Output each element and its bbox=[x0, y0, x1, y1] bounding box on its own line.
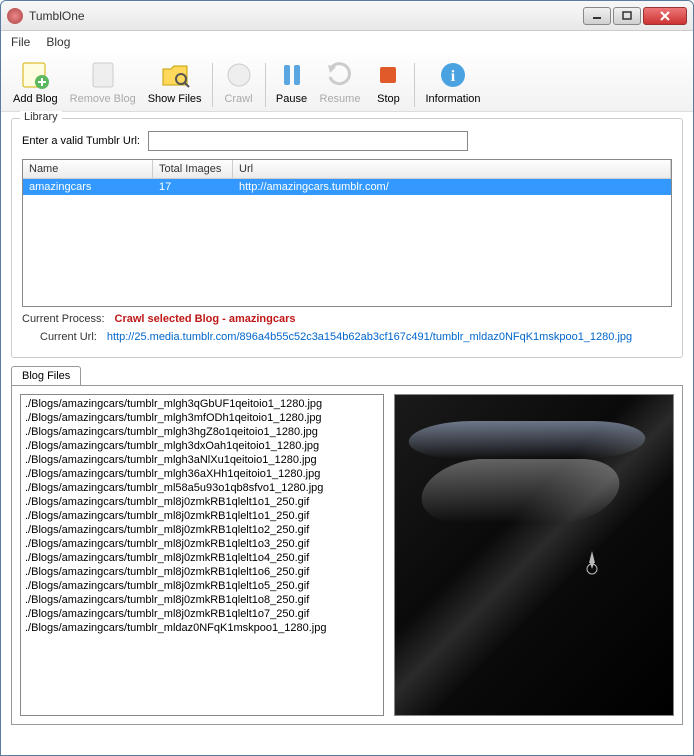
toolbar: Add Blog Remove Blog Show Files Crawl Pa… bbox=[1, 53, 693, 112]
url-entry-label: Enter a valid Tumblr Url: bbox=[22, 135, 140, 147]
close-button[interactable] bbox=[643, 7, 687, 25]
stop-icon bbox=[372, 59, 404, 91]
window-controls bbox=[583, 7, 687, 25]
tumblr-url-input[interactable] bbox=[148, 131, 468, 151]
show-files-icon bbox=[159, 59, 191, 91]
toolbar-separator bbox=[414, 63, 415, 107]
minimize-button[interactable] bbox=[583, 7, 611, 25]
maximize-button[interactable] bbox=[613, 7, 641, 25]
list-item[interactable]: ./Blogs/amazingcars/tumblr_ml8j0zmkRB1ql… bbox=[25, 579, 379, 593]
add-blog-label: Add Blog bbox=[13, 93, 58, 105]
titlebar: TumblOne bbox=[1, 1, 693, 31]
remove-blog-label: Remove Blog bbox=[70, 93, 136, 105]
show-files-button[interactable]: Show Files bbox=[142, 57, 208, 107]
image-preview bbox=[394, 394, 674, 716]
app-title: TumblOne bbox=[29, 9, 583, 23]
list-item[interactable]: ./Blogs/amazingcars/tumblr_ml8j0zmkRB1ql… bbox=[25, 537, 379, 551]
list-item[interactable]: ./Blogs/amazingcars/tumblr_mldaz0NFqK1ms… bbox=[25, 621, 379, 635]
list-item[interactable]: ./Blogs/amazingcars/tumblr_ml58a5u93o1qb… bbox=[25, 481, 379, 495]
app-icon bbox=[7, 8, 23, 24]
tab-blog-files[interactable]: Blog Files bbox=[11, 366, 81, 385]
information-button[interactable]: i Information bbox=[419, 57, 486, 107]
list-item[interactable]: ./Blogs/amazingcars/tumblr_ml8j0zmkRB1ql… bbox=[25, 509, 379, 523]
col-url[interactable]: Url bbox=[233, 160, 671, 178]
table-header: Name Total Images Url bbox=[23, 160, 671, 179]
show-files-label: Show Files bbox=[148, 93, 202, 105]
list-item[interactable]: ./Blogs/amazingcars/tumblr_mlgh3aNlXu1qe… bbox=[25, 453, 379, 467]
list-item[interactable]: ./Blogs/amazingcars/tumblr_ml8j0zmkRB1ql… bbox=[25, 607, 379, 621]
current-url-value: http://25.media.tumblr.com/896a4b55c52c3… bbox=[107, 331, 632, 343]
list-item[interactable]: ./Blogs/amazingcars/tumblr_mlgh3hgZ8o1qe… bbox=[25, 425, 379, 439]
list-item[interactable]: ./Blogs/amazingcars/tumblr_ml8j0zmkRB1ql… bbox=[25, 495, 379, 509]
information-label: Information bbox=[425, 93, 480, 105]
remove-blog-icon bbox=[87, 59, 119, 91]
cell-url: http://amazingcars.tumblr.com/ bbox=[233, 179, 671, 195]
cell-name: amazingcars bbox=[23, 179, 153, 195]
list-item[interactable]: ./Blogs/amazingcars/tumblr_ml8j0zmkRB1ql… bbox=[25, 565, 379, 579]
add-blog-icon bbox=[19, 59, 51, 91]
col-name[interactable]: Name bbox=[23, 160, 153, 178]
list-item[interactable]: ./Blogs/amazingcars/tumblr_mlgh36aXHh1qe… bbox=[25, 467, 379, 481]
crawl-label: Crawl bbox=[224, 93, 252, 105]
svg-text:i: i bbox=[451, 68, 456, 85]
resume-button: Resume bbox=[314, 57, 367, 107]
list-item[interactable]: ./Blogs/amazingcars/tumblr_mlgh3qGbUF1qe… bbox=[25, 397, 379, 411]
preview-image bbox=[395, 395, 673, 715]
toolbar-separator bbox=[212, 63, 213, 107]
pause-label: Pause bbox=[276, 93, 307, 105]
stop-label: Stop bbox=[377, 93, 400, 105]
current-process-label: Current Process: bbox=[22, 313, 105, 325]
maximize-icon bbox=[622, 11, 632, 21]
library-group: Library Enter a valid Tumblr Url: Name T… bbox=[11, 118, 683, 358]
list-item[interactable]: ./Blogs/amazingcars/tumblr_ml8j0zmkRB1ql… bbox=[25, 551, 379, 565]
menu-file[interactable]: File bbox=[11, 35, 30, 49]
resume-label: Resume bbox=[320, 93, 361, 105]
cell-total: 17 bbox=[153, 179, 233, 195]
minimize-icon bbox=[592, 11, 602, 21]
blog-table[interactable]: Name Total Images Url amazingcars 17 htt… bbox=[22, 159, 672, 307]
crawl-button: Crawl bbox=[217, 57, 261, 107]
current-url-label: Current Url: bbox=[40, 331, 97, 343]
blog-files-tabs: Blog Files ./Blogs/amazingcars/tumblr_ml… bbox=[11, 366, 683, 725]
menubar: File Blog bbox=[1, 31, 693, 53]
file-list[interactable]: ./Blogs/amazingcars/tumblr_mlgh3qGbUF1qe… bbox=[20, 394, 384, 716]
list-item[interactable]: ./Blogs/amazingcars/tumblr_mlgh3dxOah1qe… bbox=[25, 439, 379, 453]
toolbar-separator bbox=[265, 63, 266, 107]
library-title: Library bbox=[20, 111, 62, 123]
blog-files-panel: ./Blogs/amazingcars/tumblr_mlgh3qGbUF1qe… bbox=[11, 385, 683, 725]
close-icon bbox=[659, 10, 671, 22]
current-process-value: Crawl selected Blog - amazingcars bbox=[115, 313, 296, 325]
table-row[interactable]: amazingcars 17 http://amazingcars.tumblr… bbox=[23, 179, 671, 195]
resume-icon bbox=[324, 59, 356, 91]
information-icon: i bbox=[437, 59, 469, 91]
crawl-icon bbox=[223, 59, 255, 91]
col-total-images[interactable]: Total Images bbox=[153, 160, 233, 178]
list-item[interactable]: ./Blogs/amazingcars/tumblr_mlgh3mfODh1qe… bbox=[25, 411, 379, 425]
car-logo-icon bbox=[584, 549, 600, 575]
stop-button[interactable]: Stop bbox=[366, 57, 410, 107]
list-item[interactable]: ./Blogs/amazingcars/tumblr_ml8j0zmkRB1ql… bbox=[25, 523, 379, 537]
remove-blog-button: Remove Blog bbox=[64, 57, 142, 107]
list-item[interactable]: ./Blogs/amazingcars/tumblr_ml8j0zmkRB1ql… bbox=[25, 593, 379, 607]
pause-icon bbox=[276, 59, 308, 91]
pause-button[interactable]: Pause bbox=[270, 57, 314, 107]
add-blog-button[interactable]: Add Blog bbox=[7, 57, 64, 107]
menu-blog[interactable]: Blog bbox=[46, 35, 70, 49]
